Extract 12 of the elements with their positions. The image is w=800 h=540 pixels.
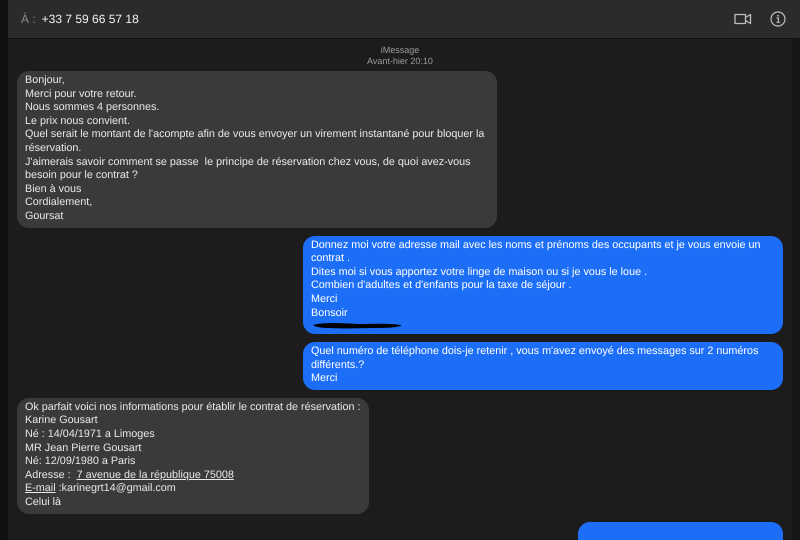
message-text: Quel numéro de téléphone dois-je retenir , vous m'avez envoyé des messages sur 2 numéros différents.? Merci bbox=[311, 345, 760, 386]
service-label: iMessage bbox=[380, 45, 420, 56]
to-label: À : bbox=[21, 12, 36, 26]
recipient-number[interactable]: +33 7 59 66 57 18 bbox=[42, 12, 728, 26]
message-text: Bonjour, Merci pour votre retour. Nous sommes 4 personnes. Le prix nous convient. Quel serait le montant de l'acompte afin de vous envoyer un virement instantané pour bloquer la réservation. J'aimerais savoir comment se passe le principe de réservation chez vous, de quoi avez-vous besoin pour le contrat ? Bien à vous Cordialement, Goursat bbox=[25, 74, 486, 224]
link[interactable]: E-mail bbox=[25, 482, 56, 494]
video-call-icon[interactable] bbox=[734, 13, 752, 25]
message-text: Donnez moi votre adresse mail avec les noms et prénoms des occupants et je vous envoie un contrat . Dites moi si vous apportez votre linge de maison ou si je vous le loue . Combien d'adultes et d'enfants pour la taxe de séjour . Merci Bonsoir bbox=[311, 238, 762, 320]
info-icon[interactable] bbox=[770, 11, 786, 27]
link[interactable]: 7 avenue de la république 75008 bbox=[76, 468, 234, 481]
message-text: Ok parfait voici nos informations pour établir le contrat de réservation : Karine Gousart Né : 14/04/1971 a Limoges MR Jean Pierre Gousart Né: 12/09/1980 a Paris Adresse : 7 avenue de la république 75008 E-mail :karinegrt14@gmail.com Celui là bbox=[25, 400, 360, 510]
timestamp: Avant-hier 20:10 bbox=[367, 56, 433, 67]
